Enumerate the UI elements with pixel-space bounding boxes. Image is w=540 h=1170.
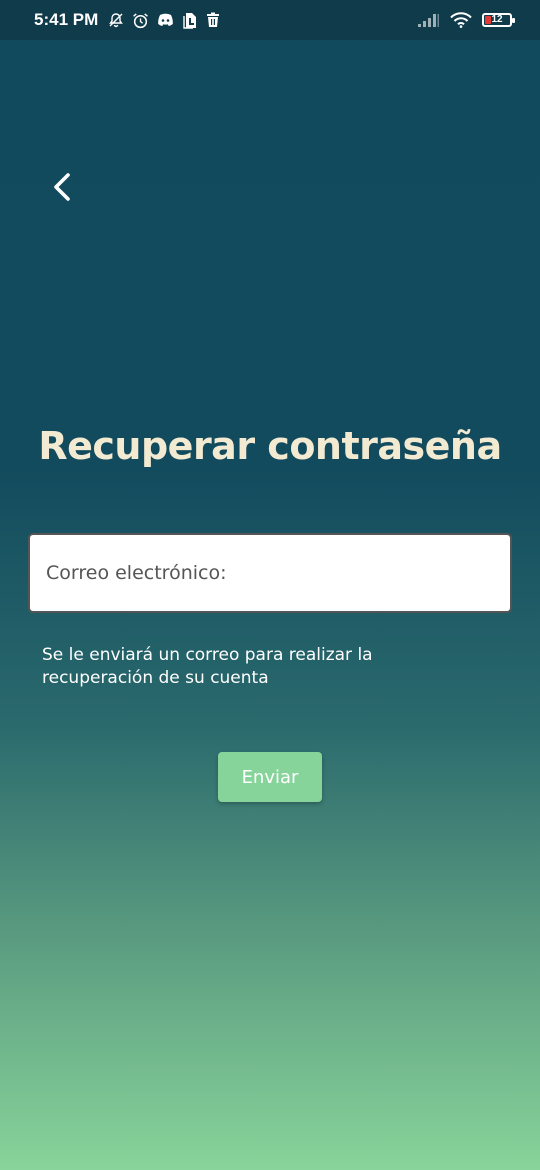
page-title: Recuperar contraseña (38, 424, 502, 468)
trash-icon (206, 12, 220, 28)
email-field[interactable] (28, 533, 512, 613)
back-button[interactable] (42, 165, 82, 209)
notifications-off-icon (108, 12, 124, 28)
battery-level: 12 (491, 14, 503, 25)
status-system-icons: 12 (418, 12, 515, 28)
alarm-icon (132, 12, 149, 29)
discord-icon (157, 13, 174, 27)
battery-icon: 12 (482, 13, 515, 27)
battery-level-fill (485, 16, 491, 24)
status-notification-icons (108, 12, 220, 29)
file-icon (182, 12, 198, 29)
wifi-icon (450, 12, 472, 28)
chevron-left-icon (51, 171, 73, 203)
status-time: 5:41 PM (34, 10, 99, 29)
send-button[interactable]: Enviar (218, 752, 322, 802)
helper-text: Se le enviará un correo para realizar la… (42, 645, 373, 688)
status-bar: 5:41 PM 12 (0, 0, 540, 40)
signal-icon (418, 13, 440, 27)
